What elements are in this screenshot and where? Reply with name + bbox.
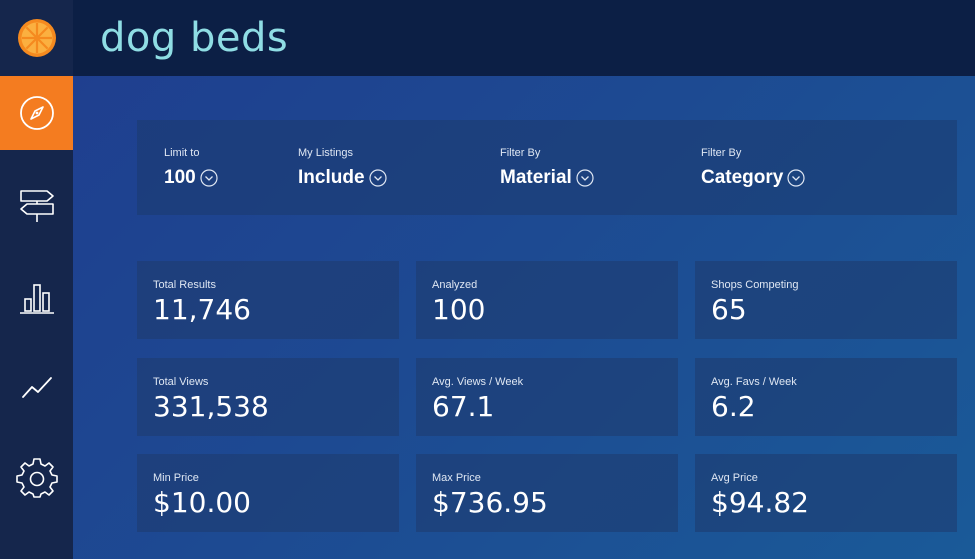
sidebar-item-stats[interactable] (0, 260, 73, 334)
filter-label: My Listings (298, 147, 354, 159)
filter-material: Filter By Material (500, 147, 594, 189)
sidebar-item-directions[interactable] (0, 168, 73, 242)
signpost-icon (19, 190, 54, 222)
stat-label: Analyzed (432, 279, 478, 291)
stat-label: Max Price (432, 472, 481, 484)
chevron-down-icon (368, 169, 387, 187)
stat-avg-price: Avg Price $94.82 (695, 454, 957, 532)
stat-value: $736.95 (432, 486, 548, 519)
chevron-down-icon (787, 169, 805, 187)
filter-limit: Limit to 100 (164, 147, 218, 189)
stat-label: Shops Competing (711, 279, 799, 291)
sidebar (0, 0, 73, 559)
filter-value: Include (298, 167, 365, 188)
filter-category: Filter By Category (701, 147, 805, 189)
page-header: dog beds (73, 0, 975, 76)
filter-my-listings: My Listings Include (298, 147, 387, 189)
page-title: dog beds (100, 15, 289, 61)
stat-analyzed: Analyzed 100 (416, 261, 678, 339)
stat-avg-favs-week: Avg. Favs / Week 6.2 (695, 358, 957, 436)
stat-total-results: Total Results 11,746 (137, 261, 399, 339)
orange-slice-icon (17, 19, 56, 57)
gear-icon (15, 458, 58, 498)
stat-label: Avg. Favs / Week (711, 376, 797, 388)
bar-chart-icon (19, 284, 54, 314)
filter-label: Filter By (500, 147, 541, 159)
filter-label: Filter By (701, 147, 742, 159)
stat-max-price: Max Price $736.95 (416, 454, 678, 532)
stat-value: $10.00 (153, 486, 251, 519)
compass-icon (19, 96, 54, 130)
stat-avg-views-week: Avg. Views / Week 67.1 (416, 358, 678, 436)
filter-panel: Limit to 100 My Listings Include Filter … (137, 120, 957, 215)
stat-label: Total Views (153, 376, 209, 388)
stat-total-views: Total Views 331,538 (137, 358, 399, 436)
stat-value: 331,538 (153, 390, 269, 423)
filter-label: Limit to (164, 147, 200, 159)
stat-label: Avg Price (711, 472, 758, 484)
filter-value: 100 (164, 167, 196, 188)
main-content: Limit to 100 My Listings Include Filter … (73, 76, 975, 559)
stat-value: $94.82 (711, 486, 809, 519)
trend-line-icon (21, 377, 52, 398)
my-listings-dropdown[interactable]: Include (298, 167, 387, 189)
stat-min-price: Min Price $10.00 (137, 454, 399, 532)
sidebar-item-trends[interactable] (0, 350, 73, 424)
stat-value: 100 (432, 293, 486, 326)
stat-value: 65 (711, 293, 747, 326)
filter-value: Material (500, 167, 572, 188)
chevron-down-icon (200, 169, 218, 187)
stat-shops-competing: Shops Competing 65 (695, 261, 957, 339)
sidebar-item-settings[interactable] (0, 441, 73, 515)
filter-value: Category (701, 167, 784, 188)
material-dropdown[interactable]: Material (500, 167, 594, 189)
stat-label: Min Price (153, 472, 199, 484)
sidebar-item-explore[interactable] (0, 76, 73, 150)
chevron-down-icon (576, 169, 594, 187)
app-logo[interactable] (0, 0, 73, 76)
stat-label: Total Results (153, 279, 216, 291)
stat-value: 6.2 (711, 390, 756, 423)
limit-dropdown[interactable]: 100 (164, 167, 218, 189)
category-dropdown[interactable]: Category (701, 167, 805, 189)
stat-value: 67.1 (432, 390, 495, 423)
stat-label: Avg. Views / Week (432, 376, 524, 388)
stat-value: 11,746 (153, 293, 251, 326)
